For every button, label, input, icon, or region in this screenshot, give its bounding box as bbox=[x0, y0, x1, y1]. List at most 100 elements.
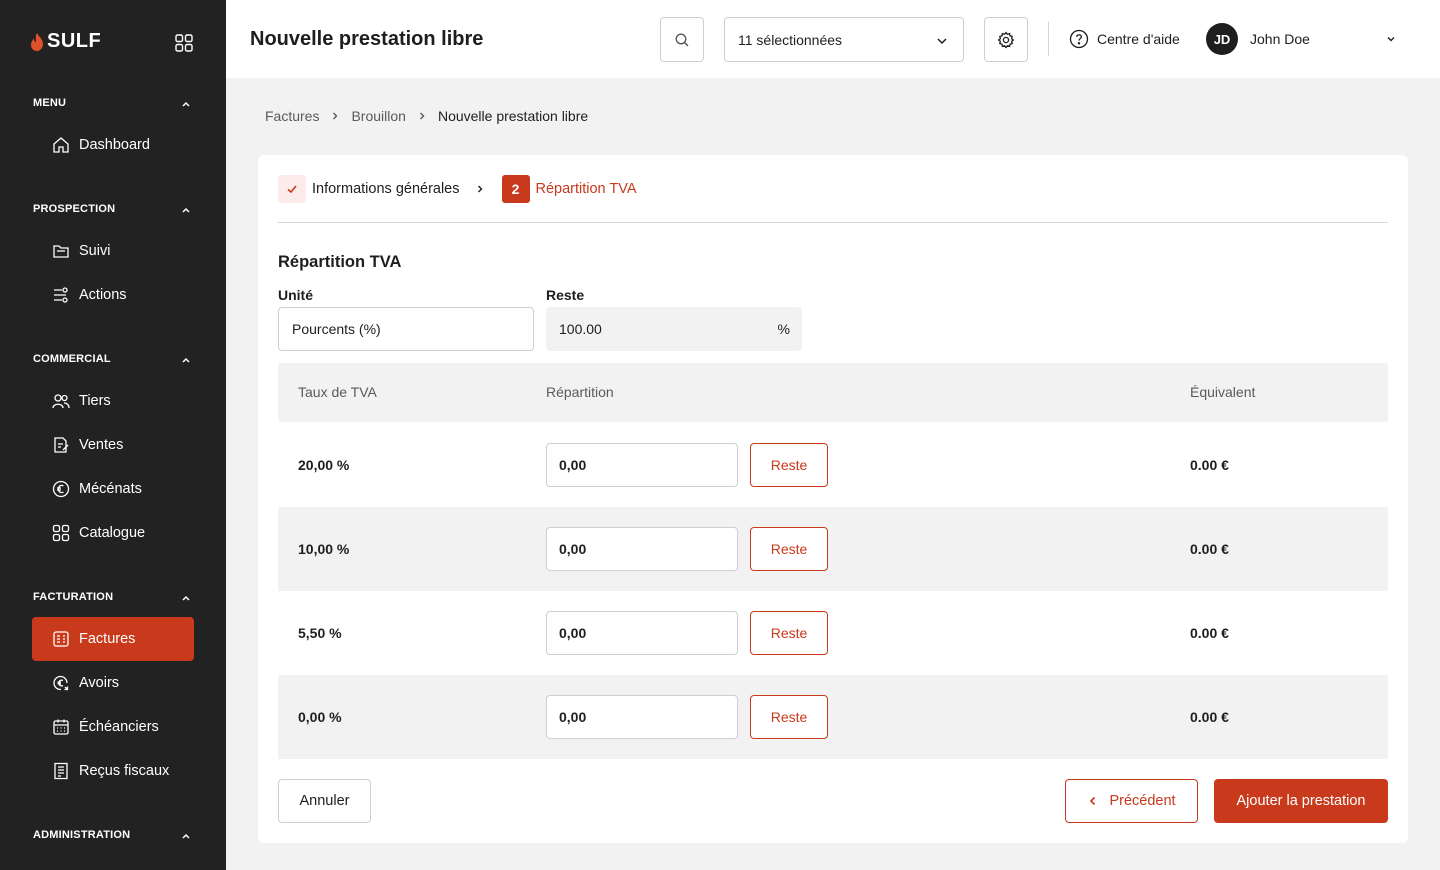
chevron-right-icon bbox=[333, 112, 338, 120]
column-header: Équivalent bbox=[1190, 384, 1256, 400]
reste-button[interactable]: Reste bbox=[750, 611, 828, 655]
section-title: MENU bbox=[33, 97, 67, 109]
sidebar-item-label: Factures bbox=[79, 631, 136, 647]
page-title: Nouvelle prestation libre bbox=[250, 28, 484, 50]
chevron-up-icon bbox=[182, 101, 190, 107]
chevron-down-icon[interactable] bbox=[1385, 33, 1397, 45]
sidebar-item-ventes[interactable]: Ventes bbox=[32, 423, 194, 467]
reste-label: Reste bbox=[546, 287, 585, 303]
breadcrumb-current: Nouvelle prestation libre bbox=[437, 108, 589, 124]
section-header[interactable]: PROSPECTION bbox=[0, 200, 226, 220]
add-service-button[interactable]: Ajouter la prestation bbox=[1214, 779, 1388, 823]
sidebar-item-suivi[interactable]: Suivi bbox=[32, 229, 194, 273]
section-title: COMMERCIAL bbox=[33, 353, 111, 365]
sidebar-item-actions[interactable]: Actions bbox=[32, 273, 194, 317]
apps-grid-icon[interactable] bbox=[175, 34, 193, 52]
vat-rate: 20,00 % bbox=[298, 457, 350, 473]
unit-value: Pourcents (%) bbox=[292, 321, 381, 337]
vat-rate: 0,00 % bbox=[298, 709, 342, 725]
step-2-label: Répartition TVA bbox=[535, 181, 637, 197]
selection-dropdown[interactable]: 11 sélectionnées bbox=[724, 17, 964, 62]
grid-icon bbox=[52, 524, 70, 542]
user-name[interactable]: John Doe bbox=[1250, 31, 1310, 47]
reste-button[interactable]: Reste bbox=[750, 527, 828, 571]
chevron-up-icon bbox=[182, 595, 190, 601]
vat-rate: 5,50 % bbox=[298, 625, 342, 641]
sidebar-item-avoirs[interactable]: Avoirs bbox=[32, 661, 194, 705]
top-header: Nouvelle prestation libre 11 sélectionné… bbox=[226, 0, 1440, 78]
table-row: 20,00 % 0,00 Reste 0.00 € bbox=[278, 423, 1388, 507]
previous-button[interactable]: Précédent bbox=[1065, 779, 1198, 823]
sidebar-section-commercial: COMMERCIAL bbox=[0, 350, 226, 370]
equivalent-value: 0.00 € bbox=[1190, 625, 1229, 641]
document-edit-icon bbox=[54, 437, 69, 453]
flame-icon bbox=[31, 32, 43, 51]
settings-button[interactable] bbox=[984, 17, 1028, 62]
search-button[interactable] bbox=[660, 17, 704, 62]
home-icon bbox=[53, 137, 69, 153]
sidebar-item-tiers[interactable]: Tiers bbox=[32, 379, 194, 423]
sidebar-section-prospection: PROSPECTION bbox=[0, 200, 226, 220]
sidebar-item-dashboard[interactable]: Dashboard bbox=[32, 123, 194, 167]
selection-value: 11 sélectionnées bbox=[738, 31, 843, 48]
cancel-button[interactable]: Annuler bbox=[278, 779, 371, 823]
sidebar-item-factures[interactable]: Factures bbox=[32, 617, 194, 661]
unit-label: Unité bbox=[278, 287, 313, 303]
avatar[interactable]: JD bbox=[1206, 23, 1238, 55]
sidebar: SULF MENU Dashboard PROSPECTION Suivi Ac… bbox=[0, 0, 226, 870]
step-done-badge bbox=[278, 175, 306, 203]
repartition-input[interactable]: 0,00 bbox=[546, 695, 738, 739]
actions-icon bbox=[54, 287, 68, 303]
section-title: FACTURATION bbox=[33, 591, 114, 603]
section-header[interactable]: COMMERCIAL bbox=[0, 350, 226, 370]
sidebar-item-label: Catalogue bbox=[79, 525, 146, 541]
section-header[interactable]: ADMINISTRATION bbox=[0, 826, 226, 846]
sidebar-item-mecenats[interactable]: Mécénats bbox=[32, 467, 194, 511]
reste-button[interactable]: Reste bbox=[750, 695, 828, 739]
column-header: Taux de TVA bbox=[298, 384, 377, 400]
repartition-input[interactable]: 0,00 bbox=[546, 611, 738, 655]
stepper: Informations générales 2 Répartition TVA bbox=[278, 175, 637, 203]
sidebar-item-label: Actions bbox=[79, 287, 127, 303]
sidebar-item-label: Dashboard bbox=[79, 137, 150, 153]
check-icon bbox=[287, 185, 297, 194]
table-row: 0,00 % 0,00 Reste 0.00 € bbox=[278, 675, 1388, 759]
breadcrumb: Factures Brouillon Nouvelle prestation l… bbox=[265, 108, 588, 124]
unit-select[interactable]: Pourcents (%) bbox=[278, 307, 534, 351]
chevron-up-icon bbox=[182, 207, 190, 213]
table-row: 5,50 % 0,00 Reste 0.00 € bbox=[278, 591, 1388, 675]
sidebar-item-echeanciers[interactable]: Échéanciers bbox=[32, 705, 194, 749]
reste-button[interactable]: Reste bbox=[750, 443, 828, 487]
column-header: Répartition bbox=[546, 384, 614, 400]
section-header[interactable]: MENU bbox=[0, 94, 226, 114]
chevron-down-icon bbox=[937, 38, 947, 45]
search-icon bbox=[675, 33, 689, 46]
help-center-link[interactable]: Centre d'aide bbox=[1069, 29, 1180, 49]
calendar-icon bbox=[53, 719, 69, 735]
sidebar-section-administration: ADMINISTRATION bbox=[0, 826, 226, 846]
euro-circle-icon bbox=[52, 480, 70, 498]
sidebar-item-label: Ventes bbox=[79, 437, 124, 453]
sidebar-item-catalogue[interactable]: Catalogue bbox=[32, 511, 194, 555]
form-card: Informations générales 2 Répartition TVA… bbox=[258, 155, 1408, 843]
reste-suffix: % bbox=[777, 321, 790, 337]
table-row: 10,00 % 0,00 Reste 0.00 € bbox=[278, 507, 1388, 591]
brand-name: SULF bbox=[47, 30, 102, 52]
step-1-label[interactable]: Informations générales bbox=[312, 181, 460, 197]
divider bbox=[278, 222, 1388, 223]
repartition-input[interactable]: 0,00 bbox=[546, 527, 738, 571]
repartition-input[interactable]: 0,00 bbox=[546, 443, 738, 487]
sidebar-item-label: Avoirs bbox=[79, 675, 120, 691]
receipt-icon bbox=[54, 762, 68, 780]
brand-logo[interactable]: SULF bbox=[30, 30, 101, 53]
sidebar-item-label: Échéanciers bbox=[79, 719, 159, 735]
table-header: Taux de TVA Répartition Équivalent bbox=[278, 363, 1388, 422]
sidebar-item-recus-fiscaux[interactable]: Reçus fiscaux bbox=[32, 749, 194, 793]
header-divider bbox=[1048, 22, 1049, 56]
section-header[interactable]: FACTURATION bbox=[0, 588, 226, 608]
section-title: PROSPECTION bbox=[33, 203, 116, 215]
vat-rate: 10,00 % bbox=[298, 541, 350, 557]
breadcrumb-item[interactable]: Factures bbox=[265, 108, 319, 124]
breadcrumb-item[interactable]: Brouillon bbox=[351, 108, 405, 124]
chevron-right-icon bbox=[477, 185, 482, 193]
